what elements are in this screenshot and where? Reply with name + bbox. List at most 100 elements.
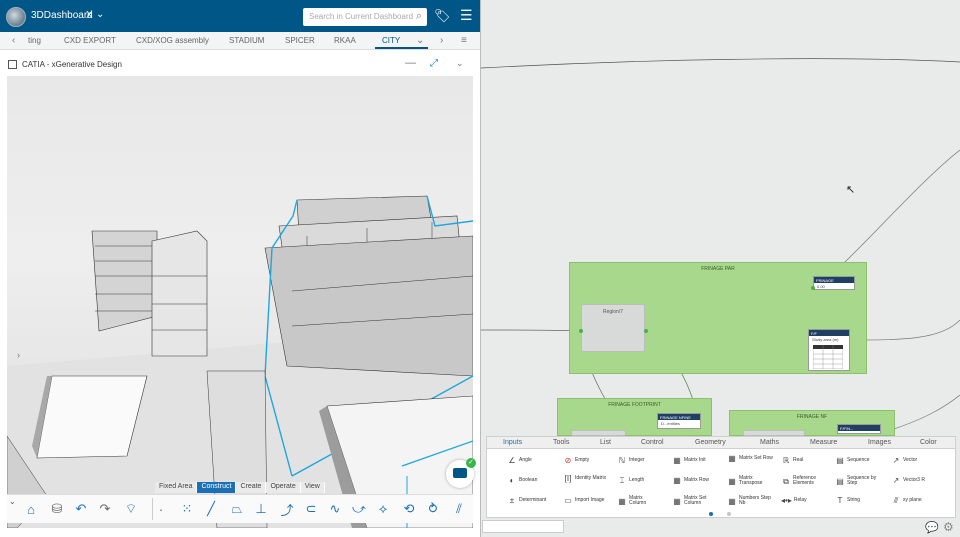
palette-tab-inputs[interactable]: Inputs [503, 439, 522, 446]
relay-icon: ◂•▸ [781, 496, 792, 505]
palette-page-dot-active[interactable] [709, 512, 713, 516]
graph-search-input[interactable] [482, 520, 564, 533]
palette-item-angle[interactable]: ∠ Angle [507, 457, 531, 465]
palette-item-sequence-by-step[interactable]: ▤ Sequence by Step [835, 476, 887, 486]
toolbar-tab-operate[interactable]: Operate [266, 482, 301, 493]
tab-ting[interactable]: ting [28, 36, 41, 45]
palette-item-import-image[interactable]: ▭ Import Image [563, 497, 604, 505]
palette-item-xy-plane[interactable]: ⫻ xy plane [891, 497, 922, 505]
palette-tab-geometry[interactable]: Geometry [695, 439, 726, 446]
palette-item-vector3[interactable]: ↗ Vector3 R [891, 477, 925, 485]
polyline-icon[interactable]: ⤴ [277, 499, 297, 519]
tag-icon[interactable]: 🏷 [434, 8, 451, 24]
broadcast-icon[interactable]: ⌔ [121, 499, 141, 519]
revolve-icon[interactable]: ⟲ [399, 499, 419, 519]
reference-elements-icon: ⧉ [783, 476, 789, 486]
toolbar-tab-create[interactable]: Create [236, 482, 267, 493]
arc-icon[interactable]: ⊂ [301, 499, 321, 519]
palette-item-boolean[interactable]: ◐ Boolean [507, 477, 538, 485]
node-port[interactable] [811, 286, 815, 290]
spline-icon[interactable]: ∿ [325, 499, 345, 519]
home-icon[interactable]: ⌂ [21, 499, 41, 519]
gear-icon[interactable]: ⚙ [943, 520, 954, 534]
empty-set-icon: ⊘ [564, 456, 572, 465]
output-node-frinage-nfine[interactable]: FRINAGE NFINE D...entities [657, 413, 701, 429]
dashboard-title[interactable]: 3DDashboard [31, 10, 93, 21]
palette-item-relay[interactable]: ◂•▸ Relay [781, 496, 807, 505]
maximize-icon[interactable]: ⤢ [430, 58, 438, 69]
palette-tab-images[interactable]: Images [868, 439, 891, 446]
identity-matrix-icon: [I] [564, 474, 572, 483]
palette-item-matrix-column[interactable]: ▦ Matrix Column [617, 496, 661, 506]
toolbar-tab-fixed-area[interactable]: Fixed Area [155, 482, 198, 493]
tab-rkaa[interactable]: RKAA [334, 36, 356, 45]
region-node[interactable]: Region/7 [581, 304, 645, 352]
tab-scroll-right-icon[interactable]: › [440, 35, 443, 46]
palette-item-string[interactable]: T String [835, 497, 861, 505]
loft-icon[interactable]: ⟡ [373, 499, 393, 519]
palette-item-determinant[interactable]: ± Determinant [507, 497, 546, 505]
palette-item-real[interactable]: ℝ Real [781, 457, 803, 465]
palette-tab-color[interactable]: Color [920, 439, 937, 446]
tab-cxd-export[interactable]: CXD EXPORT [64, 36, 116, 45]
toolbar-expand-icon[interactable]: ⌄ [9, 497, 16, 506]
compass-logo-icon[interactable] [6, 7, 26, 27]
palette-tab-tools[interactable]: Tools [553, 439, 569, 446]
database-icon[interactable]: ⛁ [47, 499, 67, 519]
tab-cxd-xog-assembly[interactable]: CXD/XOG assembly [136, 36, 209, 45]
table-node[interactable]: F/F Study area (m) [808, 329, 850, 371]
palette-tab-list[interactable]: List [600, 439, 611, 446]
node-port[interactable] [644, 329, 648, 333]
axis-system-icon[interactable]: ⊥ [251, 499, 271, 519]
palette-tab-maths[interactable]: Maths [760, 439, 779, 446]
plane-icon[interactable]: ⏢ [227, 499, 247, 519]
palette-item-length[interactable]: ⌶ Length [617, 477, 645, 485]
chevron-down-icon[interactable]: ⌄ [456, 58, 464, 69]
palette-item-sequence[interactable]: ▤ Sequence [835, 457, 869, 465]
matrix-transpose-icon: ▦ [728, 476, 736, 486]
palette-tab-measure[interactable]: Measure [810, 439, 837, 446]
toolbar-tab-construct[interactable]: Construct [197, 482, 237, 493]
tab-list-icon[interactable]: ≡ [461, 35, 467, 46]
tab-spicer[interactable]: SPICER [285, 36, 315, 45]
output-node-f-f-n[interactable]: F/F/N... [837, 424, 881, 434]
search-input[interactable]: Search in Current Dashboard ⌕ [303, 8, 427, 26]
fillet-icon[interactable]: ⫽ [449, 499, 469, 519]
palette-tab-control[interactable]: Control [641, 439, 664, 446]
palette-item-matrix-set-column[interactable]: ▦ Matrix Set Column [672, 496, 720, 506]
palette-page-dot[interactable] [727, 512, 731, 516]
palette-item-matrix-row[interactable]: ▦ Matrix Row [672, 477, 709, 485]
toolbar-tab-view[interactable]: View [300, 482, 325, 493]
point-grid-icon[interactable]: ⁙ [177, 499, 197, 519]
twist-icon[interactable]: ⥁ [423, 499, 443, 519]
palette-item-identity-matrix[interactable]: [I] Identity Matrix [563, 474, 607, 483]
chevron-down-icon[interactable]: ⌄ [96, 9, 104, 20]
tab-scroll-left-icon[interactable]: ‹ [12, 35, 15, 46]
palette-item-integer[interactable]: ℕ Integer [617, 457, 645, 465]
palette-item-vector[interactable]: ↗ Vector [891, 457, 918, 465]
comment-icon[interactable]: 💬 [925, 521, 939, 534]
undo-icon[interactable]: ↶ [71, 499, 91, 519]
3d-viewport[interactable]: › [7, 76, 473, 528]
palette-item-numbers-step-nb[interactable]: ▦ Numbers Step Nb [727, 496, 775, 506]
tab-stadium[interactable]: STADIUM [229, 36, 264, 45]
point-icon[interactable]: · [151, 499, 171, 519]
tab-city-chevron-icon[interactable]: ⌄ [416, 35, 424, 46]
palette-item-matrix-init[interactable]: ▦ Matrix Init [672, 457, 705, 465]
sweep-icon[interactable]: ⤻ [349, 499, 369, 519]
palette-item-empty[interactable]: ⊘ Empty [563, 456, 590, 465]
palette-item-matrix-transpose[interactable]: ▦ Matrix Transpose [727, 476, 775, 486]
line-icon[interactable]: ╱ [201, 499, 221, 519]
output-node-frinage[interactable]: FRINAGE 0.00 [813, 276, 855, 290]
menu-icon[interactable]: ☰ [460, 7, 473, 24]
redo-icon[interactable]: ↷ [95, 499, 115, 519]
chat-button[interactable]: ✓ [446, 458, 476, 488]
palette-item-reference-elements[interactable]: ⧉ Reference Elements [781, 476, 831, 486]
node-header: F/F/N... [838, 425, 880, 431]
node-port[interactable] [579, 329, 583, 333]
palette-item-matrix-set-row[interactable]: ▦ Matrix Set Row [727, 455, 775, 463]
search-icon[interactable]: ⌕ [416, 10, 422, 23]
minimize-icon[interactable]: — [405, 57, 416, 69]
side-panel-arrow-icon[interactable]: › [17, 350, 20, 360]
dashboard-title-close[interactable]: X [86, 10, 93, 21]
